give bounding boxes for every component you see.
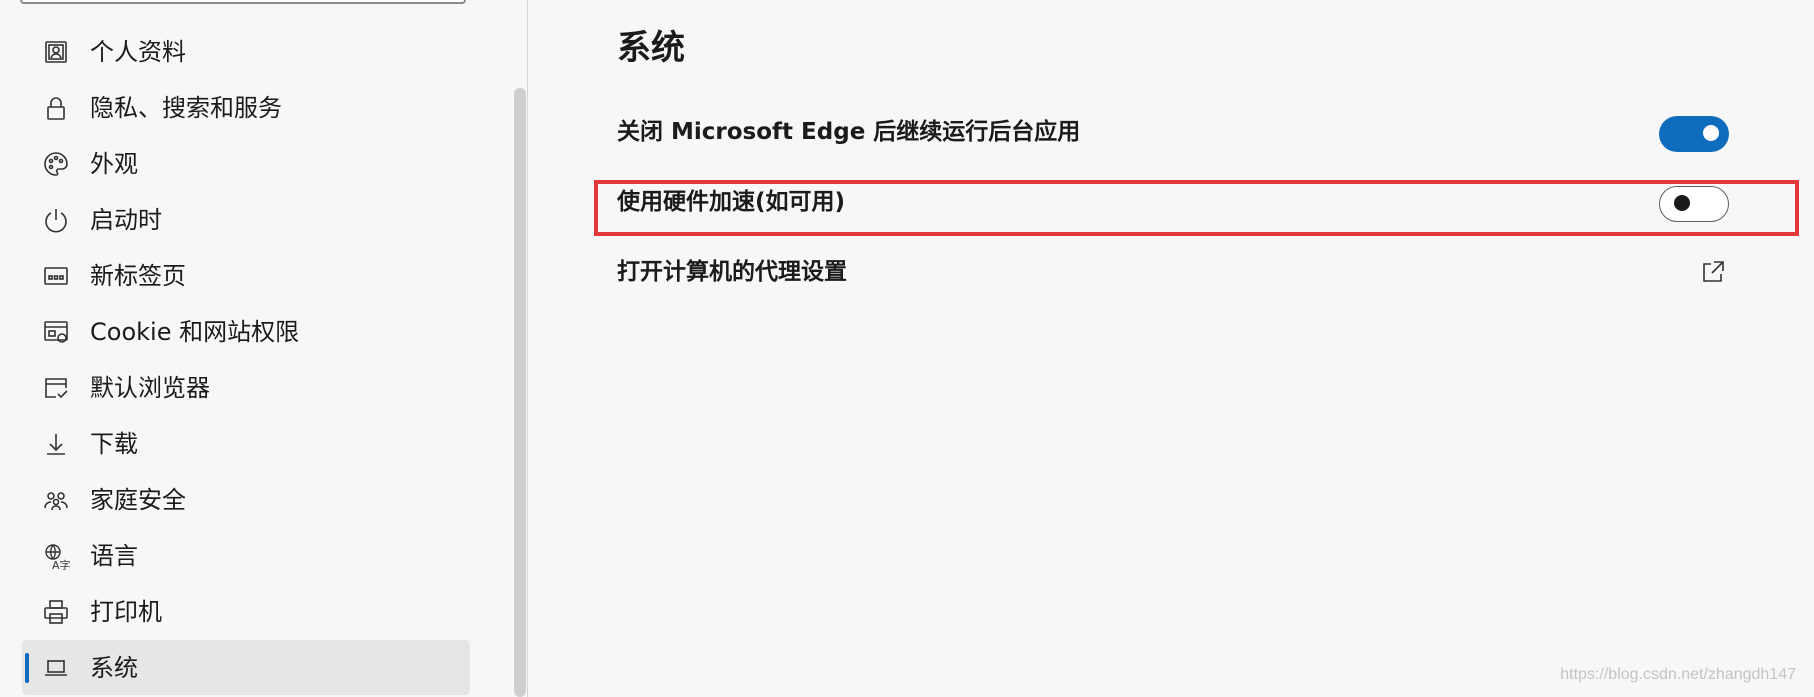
sidebar-item-privacy[interactable]: 隐私、搜索和服务 <box>22 80 470 135</box>
setting-row-hardware-acceleration: 使用硬件加速(如可用) <box>617 172 1757 232</box>
search-settings-input[interactable] <box>20 0 466 4</box>
palette-icon <box>42 150 70 178</box>
laptop-icon <box>42 654 70 682</box>
pane-divider <box>527 0 528 697</box>
sidebar-item-label: 个人资料 <box>90 38 186 66</box>
hardware-acceleration-toggle[interactable] <box>1659 186 1729 222</box>
toggle-knob <box>1674 195 1690 211</box>
sidebar-item-label: 外观 <box>90 150 138 178</box>
sidebar-item-startup[interactable]: 启动时 <box>22 192 470 247</box>
sidebar-item-label: 家庭安全 <box>90 486 186 514</box>
sidebar-item-label: 启动时 <box>90 206 162 234</box>
sidebar-item-label: 隐私、搜索和服务 <box>90 94 282 122</box>
sidebar-item-system[interactable]: 系统 <box>22 640 470 695</box>
svg-text:A字: A字 <box>52 558 70 570</box>
setting-row-background-apps: 关闭 Microsoft Edge 后继续运行后台应用 <box>617 102 1757 162</box>
settings-sidebar: 个人资料 隐私、搜索和服务 外观 启动时 新标签页 Cookie 和网站权限 默… <box>0 0 528 697</box>
site-permissions-icon <box>42 318 70 346</box>
printer-icon <box>42 598 70 626</box>
new-tab-icon <box>42 262 70 290</box>
setting-label: 使用硬件加速(如可用) <box>617 189 846 215</box>
sidebar-item-label: 系统 <box>90 654 138 682</box>
sidebar-item-cookies[interactable]: Cookie 和网站权限 <box>22 304 470 359</box>
sidebar-item-family-safety[interactable]: 家庭安全 <box>22 472 470 527</box>
setting-label: 打开计算机的代理设置 <box>617 259 847 285</box>
default-browser-icon <box>42 374 70 402</box>
setting-label: 关闭 Microsoft Edge 后继续运行后台应用 <box>617 119 1081 145</box>
sidebar-item-label: Cookie 和网站权限 <box>90 318 300 346</box>
page-title: 系统 <box>617 28 685 68</box>
sidebar-item-appearance[interactable]: 外观 <box>22 136 470 191</box>
profile-icon <box>42 38 70 66</box>
sidebar-item-label: 打印机 <box>90 598 162 626</box>
sidebar-item-label: 下载 <box>90 430 138 458</box>
power-icon <box>42 206 70 234</box>
watermark-text: https://blog.csdn.net/zhangdh147 <box>1560 666 1796 683</box>
sidebar-item-printers[interactable]: 打印机 <box>22 584 470 639</box>
sidebar-item-default-browser[interactable]: 默认浏览器 <box>22 360 470 415</box>
download-icon <box>42 430 70 458</box>
sidebar-item-label: 新标签页 <box>90 262 186 290</box>
sidebar-scrollbar[interactable] <box>514 88 526 697</box>
settings-main-pane: 系统 关闭 Microsoft Edge 后继续运行后台应用 使用硬件加速(如可… <box>529 0 1814 697</box>
background-apps-toggle[interactable] <box>1659 116 1729 152</box>
external-link-icon[interactable] <box>1699 258 1727 286</box>
sidebar-item-new-tab[interactable]: 新标签页 <box>22 248 470 303</box>
setting-row-proxy-settings[interactable]: 打开计算机的代理设置 <box>617 242 1757 302</box>
lock-icon <box>42 94 70 122</box>
sidebar-item-label: 语言 <box>90 542 138 570</box>
sidebar-item-downloads[interactable]: 下载 <box>22 416 470 471</box>
sidebar-item-profile[interactable]: 个人资料 <box>22 24 470 79</box>
language-icon: A字 <box>42 542 70 570</box>
sidebar-item-label: 默认浏览器 <box>90 374 210 402</box>
toggle-knob <box>1703 125 1719 141</box>
family-icon <box>42 486 70 514</box>
sidebar-item-languages[interactable]: A字 语言 <box>22 528 470 583</box>
